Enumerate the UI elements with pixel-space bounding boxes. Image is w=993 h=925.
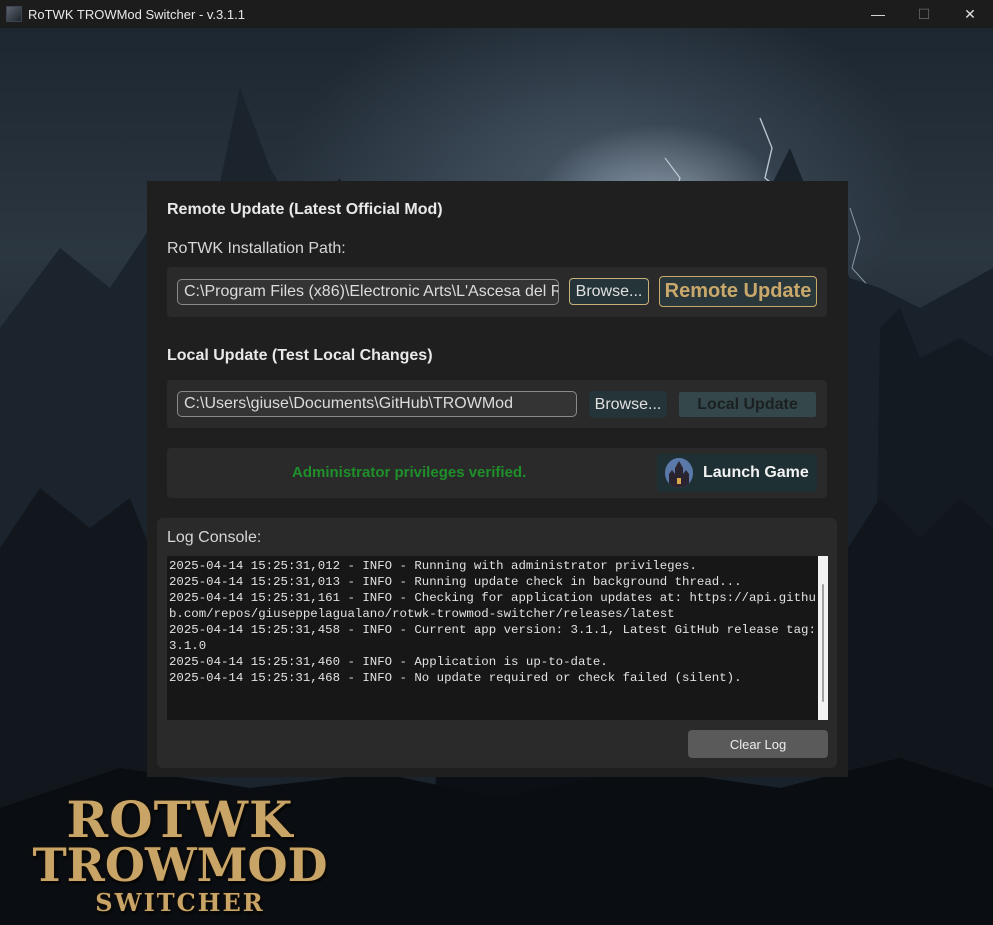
app-icon bbox=[6, 6, 22, 22]
local-path-input[interactable]: C:\Users\giuse\Documents\GitHub\TROWMod bbox=[177, 391, 577, 417]
maximize-icon: ☐ bbox=[917, 5, 931, 22]
log-scrollbar-thumb[interactable] bbox=[822, 584, 824, 702]
launch-game-label: Launch Game bbox=[703, 464, 809, 481]
minimize-button[interactable]: — bbox=[855, 0, 901, 28]
maximize-button[interactable]: ☐ bbox=[901, 0, 947, 28]
log-line: 2025-04-14 15:25:31,458 - INFO - Current… bbox=[169, 623, 816, 653]
log-console-label: Log Console: bbox=[167, 529, 262, 546]
local-section-title: Local Update (Test Local Changes) bbox=[167, 347, 433, 364]
admin-status-message: Administrator privileges verified. bbox=[292, 464, 527, 481]
local-update-button[interactable]: Local Update bbox=[679, 392, 816, 417]
log-scrollbar[interactable] bbox=[818, 556, 828, 720]
close-icon: ✕ bbox=[964, 5, 976, 22]
close-button[interactable]: ✕ bbox=[947, 0, 993, 28]
local-update-row: C:\Users\giuse\Documents\GitHub\TROWMod … bbox=[167, 380, 827, 428]
remote-update-row: C:\Program Files (x86)\Electronic Arts\L… bbox=[167, 267, 827, 317]
log-line: 2025-04-14 15:25:31,460 - INFO - Applica… bbox=[169, 655, 608, 669]
logo-line-2: TROWMOD bbox=[32, 838, 328, 892]
status-row: Administrator privileges verified. Launc… bbox=[167, 448, 827, 498]
remote-browse-button[interactable]: Browse... bbox=[569, 278, 649, 305]
window-title: RoTWK TROWMod Switcher - v.3.1.1 bbox=[28, 6, 245, 22]
clear-log-button[interactable]: Clear Log bbox=[688, 730, 828, 758]
minimize-icon: — bbox=[871, 6, 885, 22]
remote-section-title: Remote Update (Latest Official Mod) bbox=[167, 201, 443, 218]
log-line: 2025-04-14 15:25:31,161 - INFO - Checkin… bbox=[169, 591, 816, 621]
logo-line-3: SWITCHER bbox=[95, 888, 265, 917]
app-logo: ROTWK TROWMOD SWITCHER bbox=[20, 790, 340, 920]
log-line: 2025-04-14 15:25:31,468 - INFO - No upda… bbox=[169, 671, 742, 685]
log-line: 2025-04-14 15:25:31,012 - INFO - Running… bbox=[169, 559, 697, 573]
log-console-output[interactable]: 2025-04-14 15:25:31,012 - INFO - Running… bbox=[167, 556, 818, 720]
castle-icon bbox=[665, 458, 693, 488]
title-bar: RoTWK TROWMod Switcher - v.3.1.1 — ☐ ✕ bbox=[0, 0, 993, 28]
window-controls: — ☐ ✕ bbox=[855, 0, 993, 28]
launch-game-button[interactable]: Launch Game bbox=[657, 454, 817, 492]
installation-path-label: RoTWK Installation Path: bbox=[167, 240, 346, 257]
log-line: 2025-04-14 15:25:31,013 - INFO - Running… bbox=[169, 575, 742, 589]
local-browse-button[interactable]: Browse... bbox=[589, 391, 667, 418]
main-panel: Remote Update (Latest Official Mod) RoTW… bbox=[147, 181, 848, 777]
installation-path-input[interactable]: C:\Program Files (x86)\Electronic Arts\L… bbox=[177, 279, 559, 305]
log-console-frame: Log Console: 2025-04-14 15:25:31,012 - I… bbox=[157, 518, 837, 768]
remote-update-button[interactable]: Remote Update bbox=[659, 276, 817, 307]
log-lines: 2025-04-14 15:25:31,012 - INFO - Running… bbox=[167, 556, 818, 686]
